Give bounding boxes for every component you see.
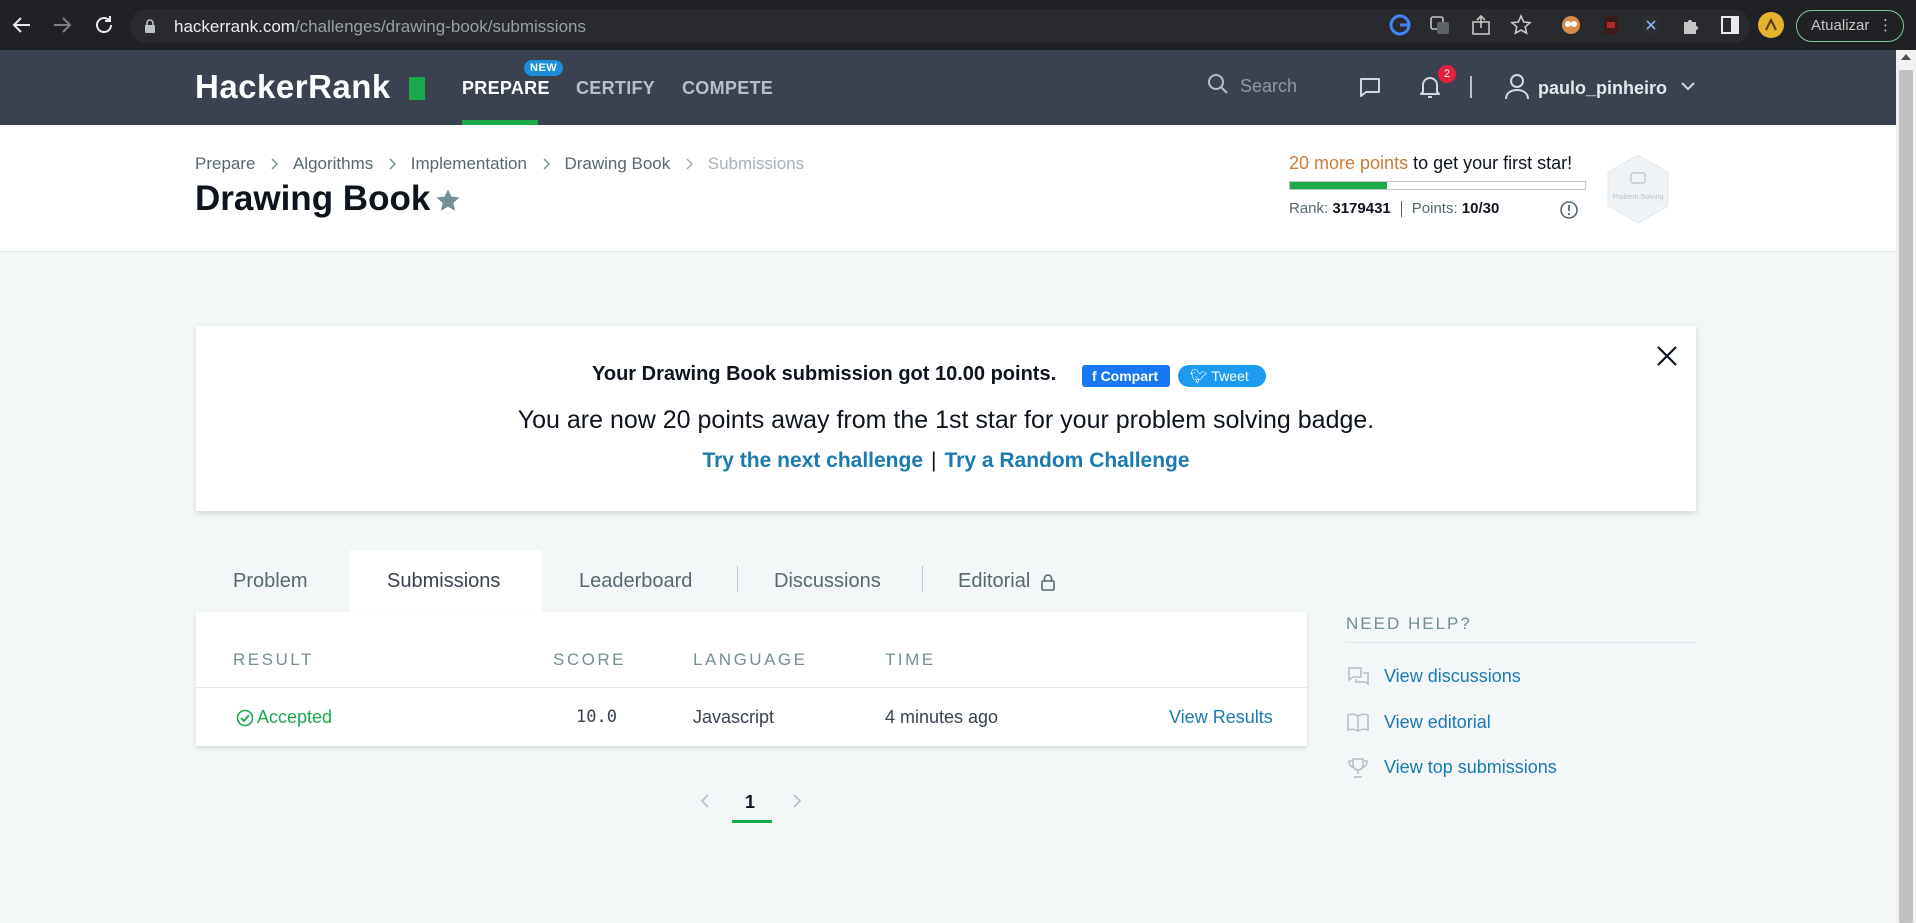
scrollbar-thumb[interactable] [1899,70,1913,923]
breadcrumb-algorithms[interactable]: Algorithms [293,154,373,174]
tweet-button[interactable]: 🐦︎ Tweet [1178,365,1266,387]
extension-pdf-icon[interactable] [1600,14,1622,36]
extension-x-icon[interactable] [1640,14,1662,36]
breadcrumb-submissions: Submissions [707,153,805,173]
reload-icon[interactable] [92,13,116,37]
page-number-current[interactable]: 1 [745,792,755,813]
scroll-up-arrow-icon[interactable] [1901,54,1911,60]
new-badge: NEW [524,60,564,76]
breadcrumb-implementation[interactable]: Implementation [411,154,527,174]
tab-editorial-label: Editorial [958,570,1031,592]
profile-avatar-icon[interactable] [1758,12,1784,38]
search-icon[interactable] [1206,72,1230,96]
translate-icon[interactable] [1429,14,1451,36]
star-progress-message: 20 more points to get your first star! [1289,153,1573,173]
twitter-bird-icon: 🐦︎ [1190,368,1208,384]
facebook-icon: f [1092,368,1097,384]
google-icon[interactable] [1389,14,1411,36]
score-value: 10.0 [576,707,617,727]
points-value: 10/30 [1461,200,1500,217]
badge-label: Problem Solving [1613,194,1664,201]
user-icon[interactable] [1504,72,1530,100]
row-divider [196,687,1307,688]
need-help-heading: NEED HELP? [1346,614,1472,633]
column-header-time: TIME [885,650,936,669]
language-value: Javascript [693,707,775,727]
tab-discussions[interactable]: Discussions [738,550,922,612]
update-button[interactable]: Atualizar ⋮ [1796,10,1904,42]
star-progress-fill [1290,182,1388,189]
breadcrumb-prepare[interactable]: Prepare [195,154,255,174]
url-text: hackerrank.com/challenges/drawing-book/s… [174,17,586,36]
address-bar[interactable]: hackerrank.com/challenges/drawing-book/s… [130,9,1750,43]
search-input[interactable]: Search [1240,76,1297,97]
check-circle-icon [236,709,254,727]
more-menu-icon[interactable]: ⋮ [1878,11,1893,41]
info-icon[interactable] [1559,200,1579,220]
view-results-link[interactable]: View Results [1169,707,1273,728]
share-icon[interactable] [1470,14,1492,36]
next-challenge-links: Try the next challenge | Try a Random Chal… [702,449,1190,472]
breadcrumb-chevron-icon [685,157,693,170]
problem-solving-badge[interactable]: Problem Solving [1604,153,1672,225]
bookmark-star-icon[interactable] [1510,14,1532,36]
nav-compete[interactable]: COMPETE [682,78,773,99]
breadcrumb-chevron-icon [542,157,550,170]
column-header-result: RESULT [233,650,314,669]
browser-toolbar: hackerrank.com/challenges/drawing-book/s… [0,0,1916,50]
chevron-right-icon[interactable] [792,793,802,809]
star-progress-bar [1289,181,1586,190]
submission-score-message: Your Drawing Book submission got 10.00 p… [592,363,1057,385]
notification-count-badge: 2 [1438,65,1456,83]
username-menu[interactable]: paulo_pinheiro [1538,78,1667,99]
side-panel-icon[interactable] [1719,14,1741,36]
open-book-icon [1346,712,1370,734]
next-challenge-link[interactable]: Try the next challenge [702,449,923,472]
submissions-table: RESULT SCORE LANGUAGE TIME Accepted 10.0… [196,612,1307,746]
extension-owl-icon[interactable] [1560,14,1582,36]
challenge-header: Prepare Algorithms Implementation Drawin… [0,125,1896,252]
chat-icon[interactable] [1358,75,1382,99]
facebook-share-button[interactable]: f Compart [1082,365,1170,387]
lock-icon [144,18,156,34]
trophy-icon [1346,757,1370,779]
chevron-down-icon[interactable] [1680,80,1696,92]
chevron-left-icon[interactable] [700,793,710,809]
lock-icon [1040,573,1056,591]
site-navbar: HackerRank PREPARE NEW CERTIFY COMPETE S… [0,50,1896,125]
result-status: Accepted [257,707,333,727]
time-value: 4 minutes ago [885,707,999,727]
breadcrumb-drawing-book[interactable]: Drawing Book [564,154,670,174]
extensions-puzzle-icon[interactable] [1680,14,1702,36]
submission-result-banner: Your Drawing Book submission got 10.00 p… [196,326,1696,511]
tab-submissions[interactable]: Submissions [350,550,542,612]
column-header-score: SCORE [553,650,626,669]
tab-editorial[interactable]: Editorial [923,550,1083,612]
close-icon[interactable] [1656,345,1678,367]
tab-leaderboard[interactable]: Leaderboard [542,550,737,612]
tab-problem[interactable]: Problem [196,550,348,612]
rank-points-line: Rank: 3179431 Points: 10/30 [1289,200,1500,218]
logo-block-icon [409,77,425,100]
need-help-divider [1346,642,1696,643]
breadcrumb: Prepare Algorithms Implementation Drawin… [195,153,804,174]
nav-prepare[interactable]: PREPARE [462,78,550,99]
nav-certify[interactable]: CERTIFY [576,78,655,99]
page-active-indicator [732,820,772,823]
page-scrollbar[interactable] [1896,50,1916,923]
breadcrumb-chevron-icon [270,157,279,170]
discussion-bubbles-icon [1346,666,1370,688]
nav-divider [1470,76,1472,98]
column-header-language: LANGUAGE [693,650,808,669]
page-title: Drawing Book [195,179,431,218]
random-challenge-link[interactable]: Try a Random Challenge [944,449,1189,472]
back-arrow-icon[interactable] [10,13,34,37]
breadcrumb-chevron-icon [388,157,396,170]
forward-arrow-icon[interactable] [50,13,74,37]
badge-progress-message: You are now 20 points away from the 1st … [517,406,1375,434]
hackerrank-logo[interactable]: HackerRank [195,68,391,106]
bookmark-star-icon[interactable] [434,187,462,215]
rank-value: 3179431 [1332,200,1391,217]
